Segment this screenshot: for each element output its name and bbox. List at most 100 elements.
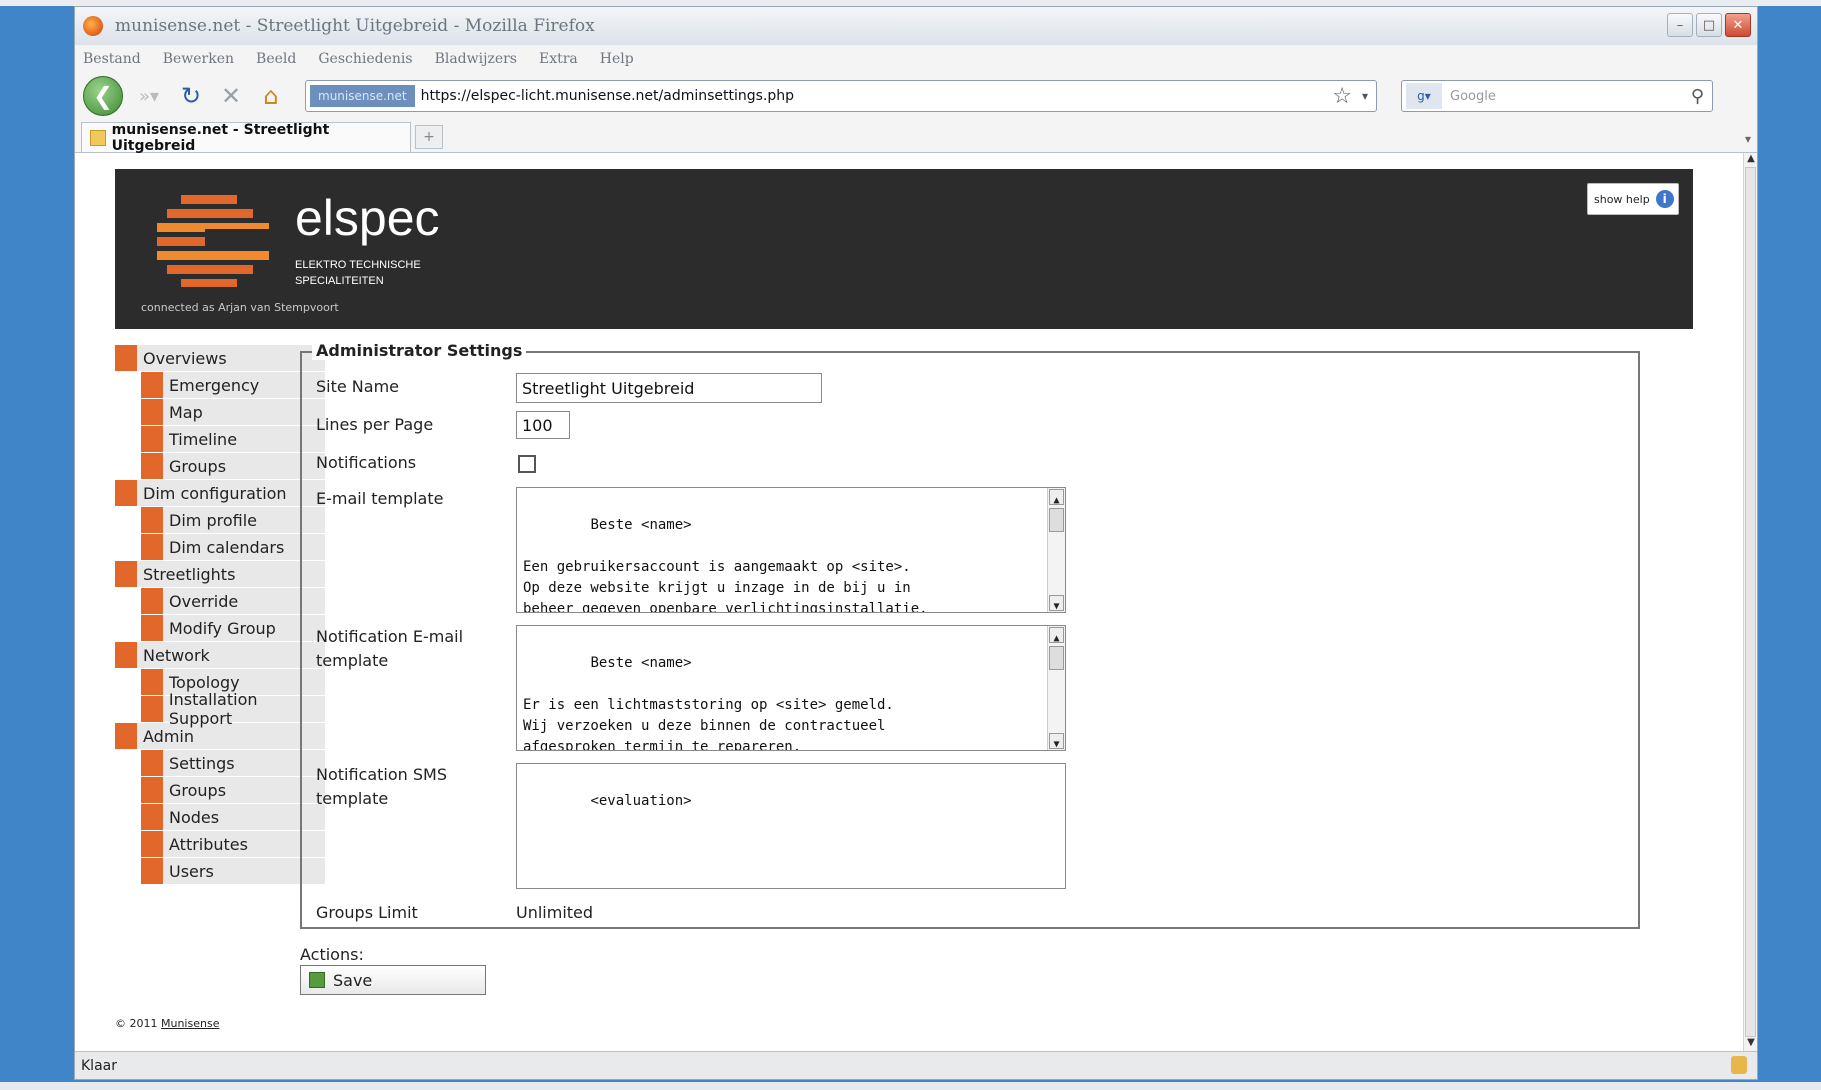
sidebar-item-dim-profile[interactable]: Dim profile (141, 507, 325, 533)
scroll-up-icon[interactable]: ▲ (1049, 627, 1064, 644)
scroll-thumb[interactable] (1049, 646, 1064, 670)
url-dropdown-icon[interactable]: ▾ (1362, 89, 1368, 103)
bookmark-star-icon[interactable]: ☆ (1332, 84, 1352, 109)
logo-name: elspec (295, 190, 440, 246)
notification-sms-textarea[interactable]: <evaluation> (516, 763, 1066, 889)
sidebar-item-timeline[interactable]: Timeline (141, 426, 325, 452)
groups-limit-label: Groups Limit (316, 903, 418, 922)
menu-geschiedenis[interactable]: Geschiedenis (318, 51, 412, 67)
home-icon[interactable]: ⌂ (255, 80, 287, 112)
sidebar-item-map[interactable]: Map (141, 399, 325, 425)
menu-beeld[interactable]: Beeld (256, 51, 296, 67)
show-help-label: show help (1594, 192, 1650, 206)
maximize-button[interactable]: □ (1696, 13, 1722, 37)
scroll-down-icon[interactable]: ▼ (1744, 1037, 1758, 1051)
orange-square-icon (141, 615, 163, 641)
scroll-down-icon[interactable]: ▼ (1049, 733, 1064, 750)
orange-square-icon (115, 480, 137, 506)
lines-per-page-input[interactable]: 100 (516, 411, 570, 439)
tab-list-icon[interactable]: ▾ (1745, 132, 1751, 146)
tab-bar: munisense.net - Streetlight Uitgebreid +… (75, 119, 1757, 154)
notification-email-textarea[interactable]: Beste <name> Er is een lichtmaststoring … (516, 625, 1066, 751)
sidebar-section-network[interactable]: Network (115, 642, 325, 668)
navigation-toolbar: ❮ »▾ ↻ ✕ ⌂ munisense.net https://elspec-… (75, 73, 1757, 119)
sidebar-item-label: Dim configuration (143, 483, 287, 503)
save-button[interactable]: Save (300, 965, 486, 995)
scroll-down-icon[interactable]: ▼ (1049, 595, 1064, 612)
scroll-thumb[interactable] (1049, 508, 1064, 532)
tab-active[interactable]: munisense.net - Streetlight Uitgebreid (81, 122, 411, 154)
sidebar-section-streetlights[interactable]: Streetlights (115, 561, 325, 587)
menu-help[interactable]: Help (600, 51, 634, 67)
site-name-input[interactable]: Streetlight Uitgebreid (516, 373, 822, 403)
stop-icon[interactable]: ✕ (215, 80, 247, 112)
search-placeholder[interactable]: Google (1450, 89, 1496, 104)
sidebar-item-nodes[interactable]: Nodes (141, 804, 325, 830)
sidebar-item-groups[interactable]: Groups (141, 453, 325, 479)
desktop-bottom-strip (0, 1082, 1821, 1090)
firefox-icon (83, 16, 103, 36)
search-icon[interactable]: ⚲ (1691, 86, 1704, 107)
sidebar-item-label: Emergency (169, 375, 260, 395)
sidebar-item-dim-calendars[interactable]: Dim calendars (141, 534, 325, 560)
textarea-scrollbar[interactable]: ▲ ▼ (1047, 626, 1065, 750)
show-help-button[interactable]: show help i (1587, 183, 1679, 215)
email-template-text: Beste <name> Een gebruikersaccount is aa… (523, 517, 928, 613)
url-text[interactable]: https://elspec-licht.munisense.net/admin… (421, 88, 1333, 104)
sidebar-item-attributes[interactable]: Attributes (141, 831, 325, 857)
notification-email-label-line2: template (316, 651, 389, 670)
sidebar-item-label: Attributes (169, 834, 248, 854)
search-bar[interactable]: g▾ Google ⚲ (1401, 80, 1713, 112)
sidebar-item-users[interactable]: Users (141, 858, 325, 884)
sidebar-item-settings[interactable]: Settings (141, 750, 325, 776)
back-button[interactable]: ❮ (83, 76, 123, 116)
page-scrollbar[interactable]: ▲ ▼ (1743, 153, 1757, 1051)
menu-bladwijzers[interactable]: Bladwijzers (435, 51, 517, 67)
orange-square-icon (141, 858, 163, 884)
minimize-button[interactable]: – (1667, 13, 1693, 37)
new-tab-button[interactable]: + (415, 125, 443, 149)
textarea-scrollbar[interactable]: ▲ ▼ (1047, 488, 1065, 612)
orange-square-icon (141, 426, 163, 452)
orange-square-icon (141, 831, 163, 857)
site-name-label: Site Name (316, 377, 400, 396)
sidebar-nav: Overviews Emergency Map Timeline Groups … (115, 345, 325, 885)
title-bar: munisense.net - Streetlight Uitgebreid -… (75, 7, 1757, 45)
email-template-textarea[interactable]: Beste <name> Een gebruikersaccount is aa… (516, 487, 1066, 613)
orange-square-icon (115, 345, 137, 371)
page-scroll-thumb[interactable] (1745, 167, 1756, 1037)
orange-square-icon (141, 777, 163, 803)
info-icon: i (1655, 190, 1674, 208)
forward-button[interactable]: »▾ (131, 81, 167, 111)
sidebar-item-installation-support[interactable]: Installation Support (141, 690, 325, 728)
sidebar-item-label: Settings (169, 753, 235, 773)
search-engine-icon[interactable]: g▾ (1406, 83, 1442, 109)
sidebar-item-label: Groups (169, 780, 227, 800)
orange-square-icon (141, 804, 163, 830)
sidebar-section-dim-configuration[interactable]: Dim configuration (115, 480, 325, 506)
sidebar-item-emergency[interactable]: Emergency (141, 372, 325, 398)
actions-label: Actions: (300, 945, 364, 964)
sidebar-item-admin-groups[interactable]: Groups (141, 777, 325, 803)
munisense-link[interactable]: Munisense (161, 1017, 219, 1030)
close-button[interactable]: ✕ (1725, 13, 1751, 37)
lock-icon (1731, 1056, 1747, 1074)
save-button-label: Save (333, 970, 373, 990)
notifications-checkbox[interactable] (518, 455, 536, 473)
sidebar-item-override[interactable]: Override (141, 588, 325, 614)
address-bar[interactable]: munisense.net https://elspec-licht.munis… (305, 80, 1377, 112)
sidebar-item-label: Timeline (169, 429, 238, 449)
reload-icon[interactable]: ↻ (175, 80, 207, 112)
menu-extra[interactable]: Extra (539, 51, 578, 67)
orange-square-icon (141, 453, 163, 479)
sidebar-item-label: Dim profile (169, 510, 257, 530)
scroll-up-icon[interactable]: ▲ (1049, 489, 1064, 506)
scroll-up-icon[interactable]: ▲ (1744, 153, 1758, 167)
sidebar-item-modify-group[interactable]: Modify Group (141, 615, 325, 641)
site-identity-button[interactable]: munisense.net (310, 85, 415, 107)
menu-bewerken[interactable]: Bewerken (163, 51, 234, 67)
lines-per-page-label: Lines per Page (316, 415, 434, 434)
sidebar-section-overviews[interactable]: Overviews (115, 345, 325, 371)
notifications-label: Notifications (316, 453, 417, 472)
menu-bestand[interactable]: Bestand (83, 51, 141, 67)
